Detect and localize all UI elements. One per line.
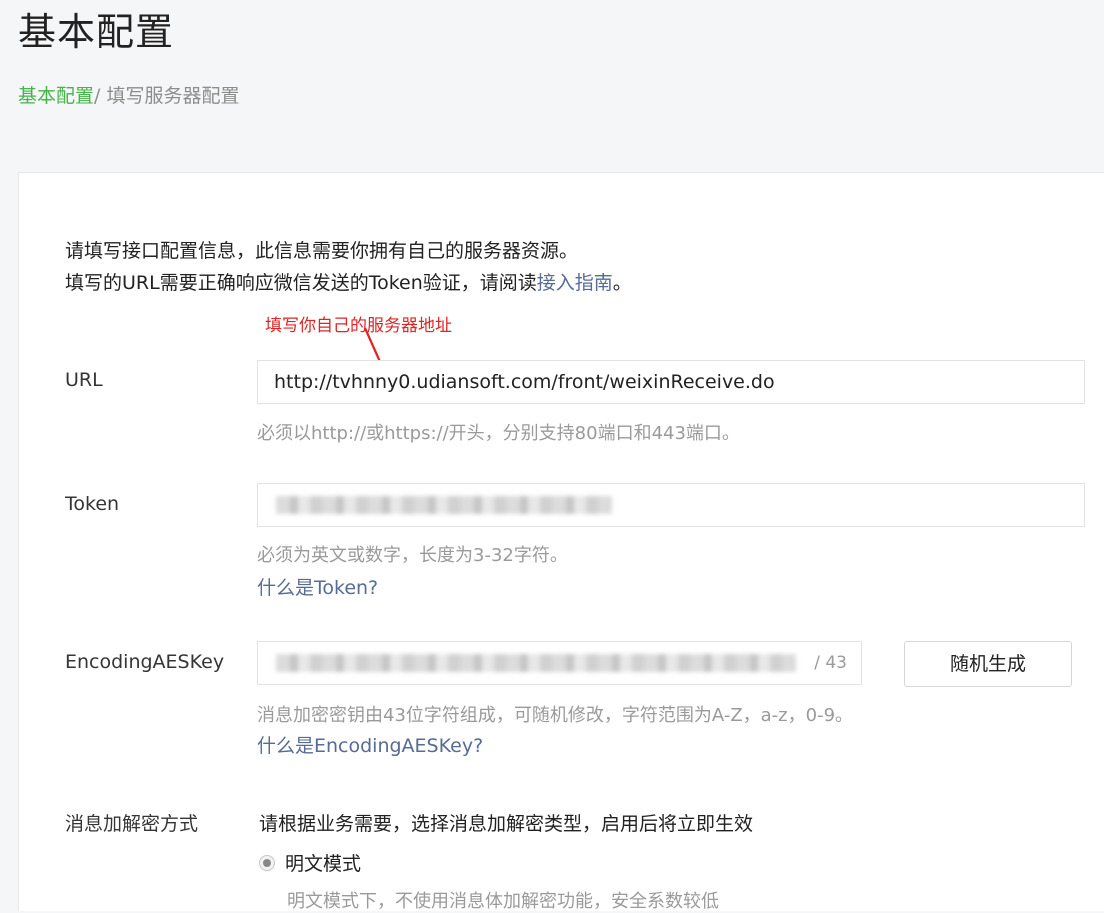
url-label: URL [65,369,103,391]
guide-link[interactable]: 接入指南 [537,272,613,294]
aes-label: EncodingAESKey [65,651,225,673]
radio-plaintext-label: 明文模式 [285,853,362,875]
aes-input[interactable]: / 43 [257,641,862,685]
intro-line-2-suffix: 。 [612,272,632,294]
aes-help-link[interactable]: 什么是EncodingAESKey? [257,731,483,758]
encryption-label: 消息加解密方式 [65,813,199,835]
token-input[interactable] [257,483,1085,527]
intro-line-2: 填写的URL需要正确响应微信发送的Token验证，请阅读接入指南。 [65,267,632,299]
radio-selected-icon[interactable] [259,854,275,871]
encryption-description: 请根据业务需要，选择消息加解密类型，启用后将立即生效 [259,813,754,835]
aes-length-counter: / 43 [814,653,847,673]
intro-line-1: 请填写接口配置信息，此信息需要你拥有自己的服务器资源。 [65,240,579,262]
intro-line-2-prefix: 填写的URL需要正确响应微信发送的Token验证，请阅读 [65,272,537,294]
plaintext-mode-description: 明文模式下，不使用消息体加解密功能，安全系数较低 [287,891,719,912]
url-hint: 必须以http://或https://开头，分别支持80端口和443端口。 [257,423,740,444]
radio-plaintext-mode[interactable]: 明文模式 [259,849,361,876]
token-help-link[interactable]: 什么是Token? [257,573,378,600]
token-hint: 必须为英文或数字，长度为3-32字符。 [257,545,568,566]
breadcrumb-separator: / [94,85,107,107]
breadcrumb: 基本配置/ 填写服务器配置 [18,82,239,110]
token-label: Token [65,493,120,515]
generate-random-button[interactable]: 随机生成 [904,641,1072,687]
intro-text: 请填写接口配置信息，此信息需要你拥有自己的服务器资源。 填写的URL需要正确响应… [65,235,632,299]
aes-redacted-value [276,654,796,672]
url-input[interactable]: http://tvhnny0.udiansoft.com/front/weixi… [257,360,1085,404]
breadcrumb-current: 填写服务器配置 [106,85,240,107]
breadcrumb-root-link[interactable]: 基本配置 [18,85,94,107]
page-title: 基本配置 [18,10,175,54]
aes-hint: 消息加密密钥由43位字符组成，可随机修改，字符范围为A-Z，a-z，0-9。 [257,705,854,726]
config-panel: 请填写接口配置信息，此信息需要你拥有自己的服务器资源。 填写的URL需要正确响应… [18,172,1104,912]
token-redacted-value [276,496,612,514]
annotation-text: 填写你自己的服务器地址 [265,316,452,336]
